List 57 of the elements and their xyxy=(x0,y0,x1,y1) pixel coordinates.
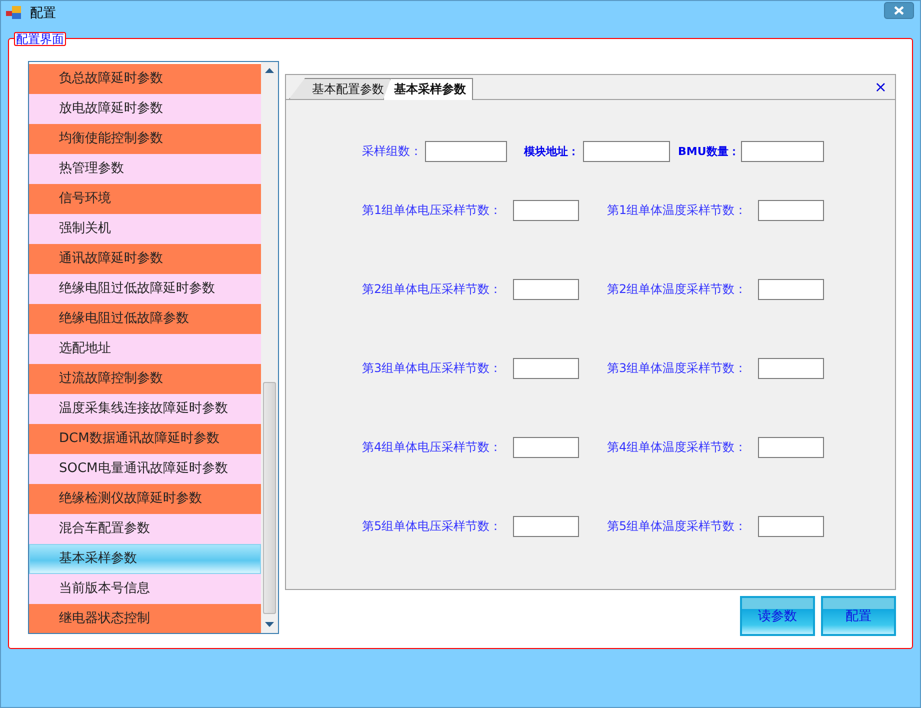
field-label: 第5组单体温度采样节数： xyxy=(607,518,748,534)
scrollbar[interactable] xyxy=(261,62,278,633)
menu-item[interactable]: 热管理参数 xyxy=(29,154,261,184)
field-label: 第2组单体电压采样节数： xyxy=(362,280,503,298)
menu-item[interactable]: 绝缘电阻过低故障延时参数 xyxy=(29,274,261,304)
field-label: 第2组单体温度采样节数： xyxy=(607,280,748,298)
menu-item[interactable]: 绝缘电阻过低故障参数 xyxy=(29,304,261,334)
input-field[interactable] xyxy=(425,140,507,162)
menu-item[interactable]: 温度采集线连接故障延时参数 xyxy=(29,394,261,424)
menu-item[interactable]: 均衡使能控制参数 xyxy=(29,124,261,154)
field-label: 第3组单体温度采样节数： xyxy=(607,360,748,376)
input-field[interactable] xyxy=(741,140,824,162)
input-field[interactable] xyxy=(758,200,824,220)
menu-item[interactable]: 强制关机 xyxy=(29,214,261,244)
menu-item[interactable]: 放电故障延时参数 xyxy=(29,94,261,124)
input-field[interactable] xyxy=(513,516,579,536)
field-label: 第1组单体温度采样节数： xyxy=(607,202,748,218)
menu-item[interactable]: 信号环境 xyxy=(29,184,261,214)
input-field[interactable] xyxy=(758,516,824,536)
menu-item[interactable]: 绝缘检测仪故障延时参数 xyxy=(29,484,261,514)
menu-item[interactable]: 负总故障延时参数 xyxy=(29,64,261,94)
tab[interactable]: 基本配置参数 xyxy=(289,78,391,99)
menu-item[interactable]: 混合车配置参数 xyxy=(29,514,261,544)
menu-item[interactable]: DCM数据通讯故障延时参数 xyxy=(29,424,261,454)
input-field[interactable] xyxy=(758,358,824,378)
input-field[interactable] xyxy=(758,436,824,458)
close-icon[interactable] xyxy=(894,6,904,15)
action-button[interactable]: 读参数 xyxy=(740,596,815,636)
tab[interactable]: 基本采样参数 xyxy=(383,78,473,100)
input-field[interactable] xyxy=(513,358,579,378)
field-label: BMU数量： xyxy=(678,144,740,158)
field-label: 第3组单体电压采样节数： xyxy=(362,360,503,376)
action-button[interactable]: 配置 xyxy=(821,596,896,636)
app-icon xyxy=(6,6,23,20)
menu-item[interactable]: SOCM电量通讯故障延时参数 xyxy=(29,454,261,484)
input-field[interactable] xyxy=(513,278,579,300)
close-tab-button[interactable]: × xyxy=(874,78,887,96)
group-title: 配置界面 xyxy=(14,32,66,46)
menu-item[interactable]: 继电器状态控制 xyxy=(29,604,261,633)
input-field[interactable] xyxy=(513,436,579,458)
menu-item[interactable]: 选配地址 xyxy=(29,334,261,364)
input-field[interactable] xyxy=(583,140,670,162)
field-label: 第1组单体电压采样节数： xyxy=(362,202,503,218)
field-label: 第5组单体电压采样节数： xyxy=(362,518,503,534)
menu-item[interactable]: 通讯故障延时参数 xyxy=(29,244,261,274)
window-title: 配置 xyxy=(30,4,56,22)
field-label: 模块地址： xyxy=(524,144,580,158)
menu-item[interactable]: 当前版本号信息 xyxy=(29,574,261,604)
scroll-thumb[interactable] xyxy=(263,382,276,614)
close-button[interactable] xyxy=(884,2,914,19)
menu-item[interactable]: 过流故障控制参数 xyxy=(29,364,261,394)
input-field[interactable] xyxy=(513,200,579,220)
field-label: 第4组单体电压采样节数： xyxy=(362,438,503,456)
field-label: 第4组单体温度采样节数： xyxy=(607,438,748,456)
menu-item[interactable]: 基本采样参数 xyxy=(29,544,261,574)
field-label: 采样组数： xyxy=(362,142,423,160)
input-field[interactable] xyxy=(758,278,824,300)
